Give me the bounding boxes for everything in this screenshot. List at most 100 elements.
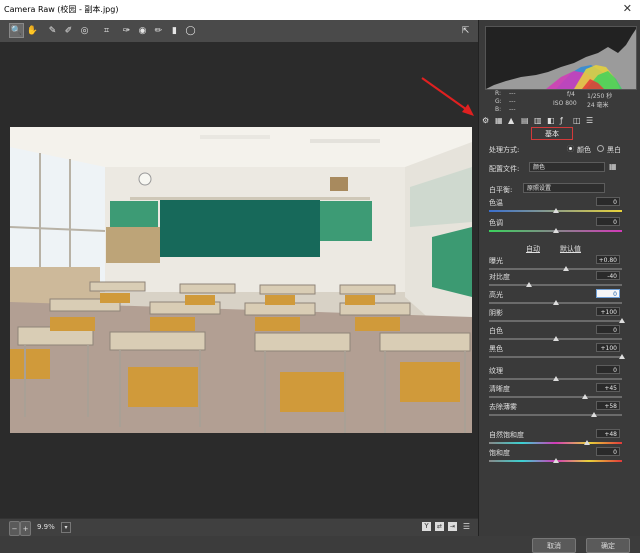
slider-value-field[interactable]: +58 (596, 401, 620, 410)
slider-value-field[interactable]: 0 (596, 365, 620, 374)
auto-link[interactable]: 自动 (526, 244, 540, 254)
slider-thumb[interactable] (591, 412, 598, 417)
copy-settings-icon[interactable]: ⇥ (448, 522, 457, 531)
slider-value-field[interactable]: +100 (596, 343, 620, 352)
slider-track[interactable] (489, 442, 622, 444)
wb-label: 白平衡: (489, 186, 513, 194)
spot-removal-tool-icon[interactable]: ✑ (119, 23, 134, 38)
slider-value-field[interactable]: +48 (596, 429, 620, 438)
red-eye-tool-icon[interactable]: ◉ (135, 23, 150, 38)
slider-label: 饱和度 (489, 449, 510, 457)
radial-filter-tool-icon[interactable]: ◯ (183, 23, 198, 38)
slider-label: 黑色 (489, 345, 503, 353)
slider-value-field[interactable]: -40 (596, 271, 620, 280)
zoom-tool-icon[interactable]: 🔍 (9, 23, 24, 38)
tone-curve-tab-icon[interactable]: ▦ (495, 116, 503, 125)
ok-button[interactable]: 确定 (586, 538, 630, 553)
slider-value-field[interactable]: 0 (596, 447, 620, 456)
slider-thumb[interactable] (525, 282, 532, 287)
adjustment-brush-tool-icon[interactable]: ✏ (151, 23, 166, 38)
histogram (485, 26, 637, 90)
calibration-tab-icon[interactable]: ◫ (573, 116, 581, 125)
cancel-button[interactable]: 取消 (532, 538, 576, 553)
g-value: --- (509, 98, 516, 105)
slider-thumb[interactable] (552, 208, 559, 213)
detail-tab-icon[interactable]: ▲ (508, 116, 514, 125)
zoom-in-button[interactable]: + (20, 521, 31, 536)
slider-thumb[interactable] (581, 394, 588, 399)
status-bar: − + 9.9% ▾ Y ⇄ ⇥ ☰ (0, 518, 478, 537)
slider-track[interactable] (489, 268, 622, 270)
split-toning-tab-icon[interactable]: ▥ (534, 116, 542, 125)
slider-label: 高光 (489, 291, 503, 299)
basic-tab-icon[interactable]: ⚙ (482, 116, 489, 125)
targeted-adjustment-tool-icon[interactable]: ◎ (77, 23, 92, 38)
zoom-out-button[interactable]: − (9, 521, 20, 536)
slider-thumb[interactable] (552, 458, 559, 463)
profile-select[interactable]: 颜色 (529, 162, 605, 172)
panel-title: 基本 (531, 127, 573, 140)
treatment-color[interactable]: 颜色 (577, 145, 591, 155)
open-preferences-icon[interactable]: ⇱ (458, 23, 473, 38)
slider-thumb[interactable] (619, 354, 625, 359)
profile-browse-icon[interactable]: ▦ (609, 162, 617, 171)
white-balance-select[interactable]: 原照设置 (523, 183, 605, 193)
preview-canvas[interactable] (0, 42, 478, 518)
zoom-level[interactable]: 9.9% (37, 523, 55, 531)
slider-track[interactable] (489, 414, 622, 416)
slider-value-field[interactable]: 0 (596, 217, 620, 226)
window-title: Camera Raw (校园 - 副本.jpg) (4, 5, 119, 14)
treatment-bw[interactable]: 黑白 (607, 145, 621, 155)
white-balance-tool-icon[interactable]: ✎ (45, 23, 60, 38)
close-icon[interactable]: ✕ (623, 2, 632, 15)
slider-value-field[interactable]: +0.80 (596, 255, 620, 264)
slider-thumb[interactable] (552, 228, 559, 233)
iso: ISO 800 (553, 100, 577, 107)
hsl-tab-icon[interactable]: ▤ (521, 116, 529, 125)
b-value: --- (509, 106, 516, 113)
slider-thumb[interactable] (563, 266, 570, 271)
slider-value-field[interactable]: +100 (596, 307, 620, 316)
hand-tool-icon[interactable]: ✋ (25, 23, 40, 38)
radio-bw-icon[interactable] (597, 145, 604, 152)
slider-value-field[interactable]: 0 (596, 197, 620, 206)
slider-label: 自然饱和度 (489, 431, 524, 439)
slider-thumb[interactable] (552, 300, 559, 305)
slider-value-field[interactable]: +45 (596, 383, 620, 392)
r-label: R: (495, 90, 502, 97)
title-bar: Camera Raw (校园 - 副本.jpg) ✕ (0, 0, 640, 21)
slider-label: 色温 (489, 199, 503, 207)
toggle-settings-icon[interactable]: ☰ (462, 522, 471, 531)
slider-label: 对比度 (489, 273, 510, 281)
slider-value-field[interactable]: 0 (596, 325, 620, 334)
fx-tab-icon[interactable]: ƒ (560, 116, 563, 125)
lens-tab-icon[interactable]: ◧ (547, 116, 555, 125)
focal-length: 24 毫米 (587, 102, 609, 109)
slider-label: 阴影 (489, 309, 503, 317)
aperture: f/4 (567, 91, 575, 98)
shutter-speed: 1/250 秒 (587, 93, 613, 100)
radio-color-icon[interactable] (567, 145, 574, 152)
default-link[interactable]: 默认值 (560, 244, 581, 254)
chevron-down-icon[interactable]: ▾ (61, 522, 71, 533)
slider-track[interactable] (489, 284, 622, 286)
slider-thumb[interactable] (584, 440, 591, 445)
slider-label: 曝光 (489, 257, 503, 265)
slider-thumb[interactable] (619, 318, 625, 323)
slider-label: 色调 (489, 219, 503, 227)
presets-tab-icon[interactable]: ☰ (586, 116, 593, 125)
graduated-filter-tool-icon[interactable]: ▮ (167, 23, 182, 38)
slider-thumb[interactable] (552, 336, 559, 341)
slider-value-field[interactable]: 0 (596, 289, 620, 298)
slider-label: 去除薄雾 (489, 403, 517, 411)
tool-bar: 🔍 ✋ ✎ ✐ ◎ ⌗ ✑ ◉ ✏ ▮ ◯ ⇱ (0, 20, 478, 43)
slider-track[interactable] (489, 396, 622, 398)
slider-thumb[interactable] (552, 376, 559, 381)
profile-label: 配置文件: (489, 165, 520, 173)
color-sampler-tool-icon[interactable]: ✐ (61, 23, 76, 38)
crop-tool-icon[interactable]: ⌗ (99, 23, 114, 38)
slider-track[interactable] (489, 356, 622, 358)
swap-icon[interactable]: ⇄ (435, 522, 444, 531)
before-after-y-icon[interactable]: Y (422, 522, 431, 531)
slider-track[interactable] (489, 320, 622, 322)
